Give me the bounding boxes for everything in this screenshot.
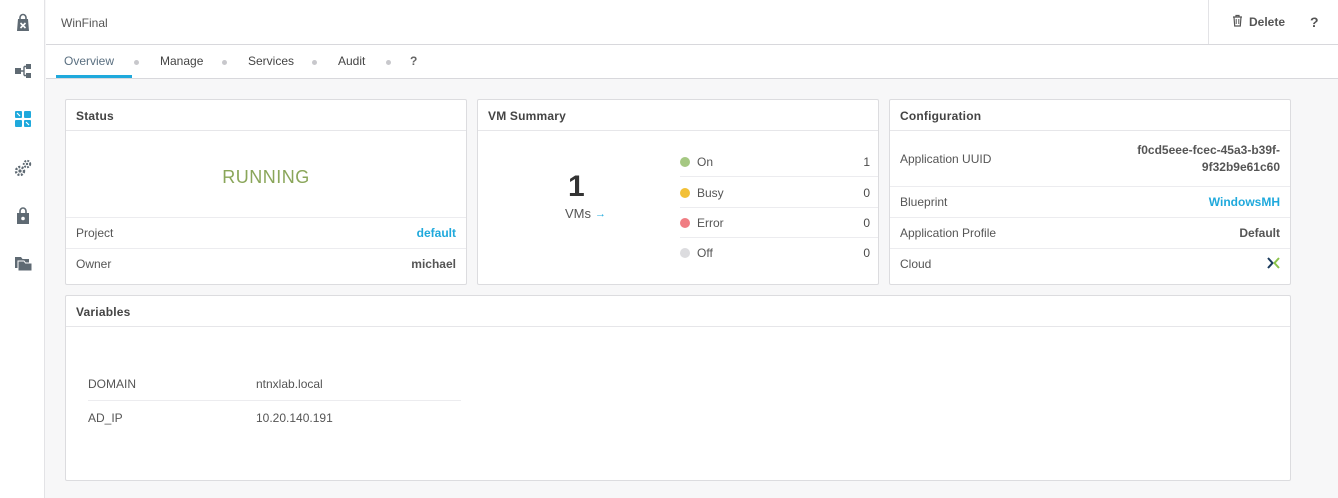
status-row-owner: Owner michael — [66, 248, 466, 279]
app-header: WinFinal Delete ? — [46, 0, 1338, 45]
row-value: Default — [1239, 226, 1280, 240]
arrow-right-icon: → — [595, 207, 606, 220]
status-state: RUNNING — [222, 167, 310, 187]
tab-help[interactable]: ? — [410, 54, 417, 68]
variables-card: Variables DOMAIN ntnxlab.local AD_IP 10.… — [65, 295, 1291, 481]
delete-button[interactable]: Delete — [1232, 14, 1285, 30]
marketplace-lock-icon[interactable] — [12, 205, 34, 227]
status-row-project: Project default — [66, 217, 466, 248]
row-value: michael — [411, 257, 456, 271]
app-title: WinFinal — [61, 16, 108, 30]
variable-value: 10.20.140.191 — [256, 411, 333, 425]
config-row-uuid: Application UUID f0cd5eee-fcec-45a3-b39f… — [890, 131, 1290, 186]
variable-key: AD_IP — [88, 411, 123, 425]
vm-count: 1 — [568, 170, 585, 203]
status-label: Off — [697, 246, 713, 260]
help-button[interactable]: ? — [1310, 14, 1319, 30]
tab-separator — [312, 60, 317, 65]
tab-active-indicator — [56, 75, 132, 78]
variable-row: AD_IP 10.20.140.191 — [88, 401, 461, 435]
nutanix-x-icon — [1267, 256, 1280, 272]
uuid-line-2: 9f32b9e61c60 — [1201, 159, 1280, 174]
left-sidebar — [0, 0, 45, 498]
application-uuid: f0cd5eee-fcec-45a3-b39f- 9f32b9e61c60 — [1137, 142, 1280, 176]
topology-icon[interactable] — [12, 60, 34, 82]
vm-summary-title: VM Summary — [478, 100, 878, 131]
vms-link[interactable]: VMs → — [565, 206, 606, 221]
variable-key: DOMAIN — [88, 376, 136, 391]
configuration-card: Configuration Application UUID f0cd5eee-… — [889, 99, 1291, 285]
gears-icon[interactable] — [12, 157, 34, 179]
status-label: Busy — [697, 185, 724, 200]
status-card: Status RUNNING Project default Owner mic… — [65, 99, 467, 285]
tab-separator — [386, 60, 391, 65]
folders-icon[interactable] — [12, 252, 34, 274]
tab-manage[interactable]: Manage — [160, 54, 203, 68]
header-divider — [1208, 0, 1209, 44]
tab-bar: Overview Manage Services Audit ? — [46, 45, 1338, 79]
vms-label: VMs — [565, 206, 591, 221]
row-key: Blueprint — [900, 195, 948, 209]
status-label: Error — [697, 215, 724, 230]
row-key: Owner — [76, 257, 112, 271]
tab-separator — [134, 60, 139, 65]
uuid-line-1: f0cd5eee-fcec-45a3-b39f- — [1137, 142, 1280, 157]
status-count: 1 — [863, 154, 870, 169]
row-key: Application Profile — [900, 226, 997, 240]
tab-overview[interactable]: Overview — [64, 54, 114, 68]
vm-status-on: On 1 — [680, 147, 878, 177]
status-card-title: Status — [66, 100, 466, 131]
status-dot-gray-icon — [680, 248, 690, 258]
tab-separator — [222, 60, 227, 65]
config-row-blueprint: Blueprint WindowsMH — [890, 186, 1290, 217]
project-link[interactable]: default — [417, 226, 456, 240]
status-label: On — [697, 154, 714, 169]
tab-audit[interactable]: Audit — [338, 54, 365, 68]
row-key: Cloud — [900, 257, 932, 271]
trash-icon — [1232, 14, 1243, 30]
status-count: 0 — [863, 215, 870, 230]
status-dot-red-icon — [680, 217, 690, 228]
vm-status-busy: Busy 0 — [680, 178, 878, 208]
status-dot-yellow-icon — [680, 187, 690, 198]
row-key: Project — [76, 226, 114, 240]
config-row-profile: Application Profile Default — [890, 217, 1290, 248]
blueprint-link[interactable]: WindowsMH — [1209, 195, 1280, 209]
vm-status-error: Error 0 — [680, 208, 878, 238]
config-row-cloud: Cloud — [890, 248, 1290, 279]
tab-services[interactable]: Services — [248, 54, 294, 68]
vm-summary-card: VM Summary 1 VMs → On 1 Busy 0 Error 0 O… — [477, 99, 879, 285]
status-count: 0 — [863, 185, 870, 200]
status-dot-green-icon — [680, 156, 690, 167]
apps-grid-icon[interactable] — [12, 108, 34, 130]
status-count: 0 — [863, 246, 870, 260]
vm-status-off: Off 0 — [680, 238, 878, 268]
configuration-title: Configuration — [890, 100, 1290, 131]
blueprint-bag-icon[interactable] — [12, 12, 34, 34]
variable-value: ntnxlab.local — [256, 376, 323, 391]
variables-title: Variables — [66, 296, 1290, 327]
row-key: Application UUID — [900, 151, 992, 166]
delete-label: Delete — [1249, 15, 1286, 29]
variable-row: DOMAIN ntnxlab.local — [88, 367, 461, 401]
